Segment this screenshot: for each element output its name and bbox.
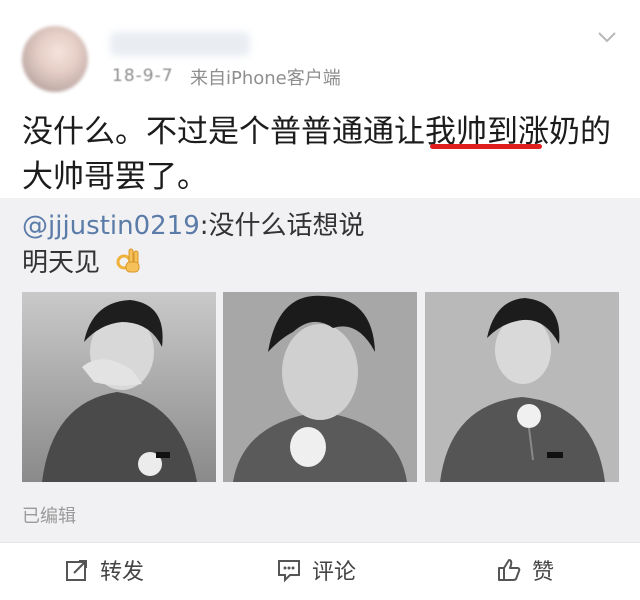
like-icon [498,559,521,581]
ok-hand-emoji-icon [116,248,140,273]
post-date: 18-9-7 [112,66,174,86]
photo-1[interactable] [22,292,216,482]
comment-icon [278,560,300,583]
forward-icon [66,560,87,581]
action-bar: 转发 评论 赞 [0,542,640,600]
like-button[interactable]: 赞 [496,553,554,587]
highlight-underline [430,144,542,149]
like-label: 赞 [532,560,555,585]
chevron-down-icon[interactable] [596,26,618,48]
username-blurred[interactable] [110,32,250,56]
mention-link[interactable]: @jjjustin0219 [22,211,200,241]
edited-label: 已编辑 [22,506,76,527]
forward-label: 转发 [100,560,145,585]
repost-body: :没什么话想说 [199,211,365,241]
forward-button[interactable]: 转发 [64,553,144,587]
post-text: 没什么。不过是个普普通通让我帅到涨奶的大帅哥罢了。 [22,114,611,195]
avatar[interactable] [22,26,88,92]
comment-button[interactable]: 评论 [276,553,356,587]
photo-2[interactable] [223,292,417,482]
post-header: 18-9-7 来自iPhone客户端 [0,0,640,100]
photo-3[interactable] [425,292,619,482]
repost-card[interactable]: @jjjustin0219:没什么话想说 明天见 已编辑 [0,198,640,542]
repost-text: @jjjustin0219:没什么话想说 明天见 [22,208,622,282]
post-source: 来自iPhone客户端 [190,68,341,89]
comment-label: 评论 [312,560,357,585]
repost-line2: 明天见 [22,248,101,278]
